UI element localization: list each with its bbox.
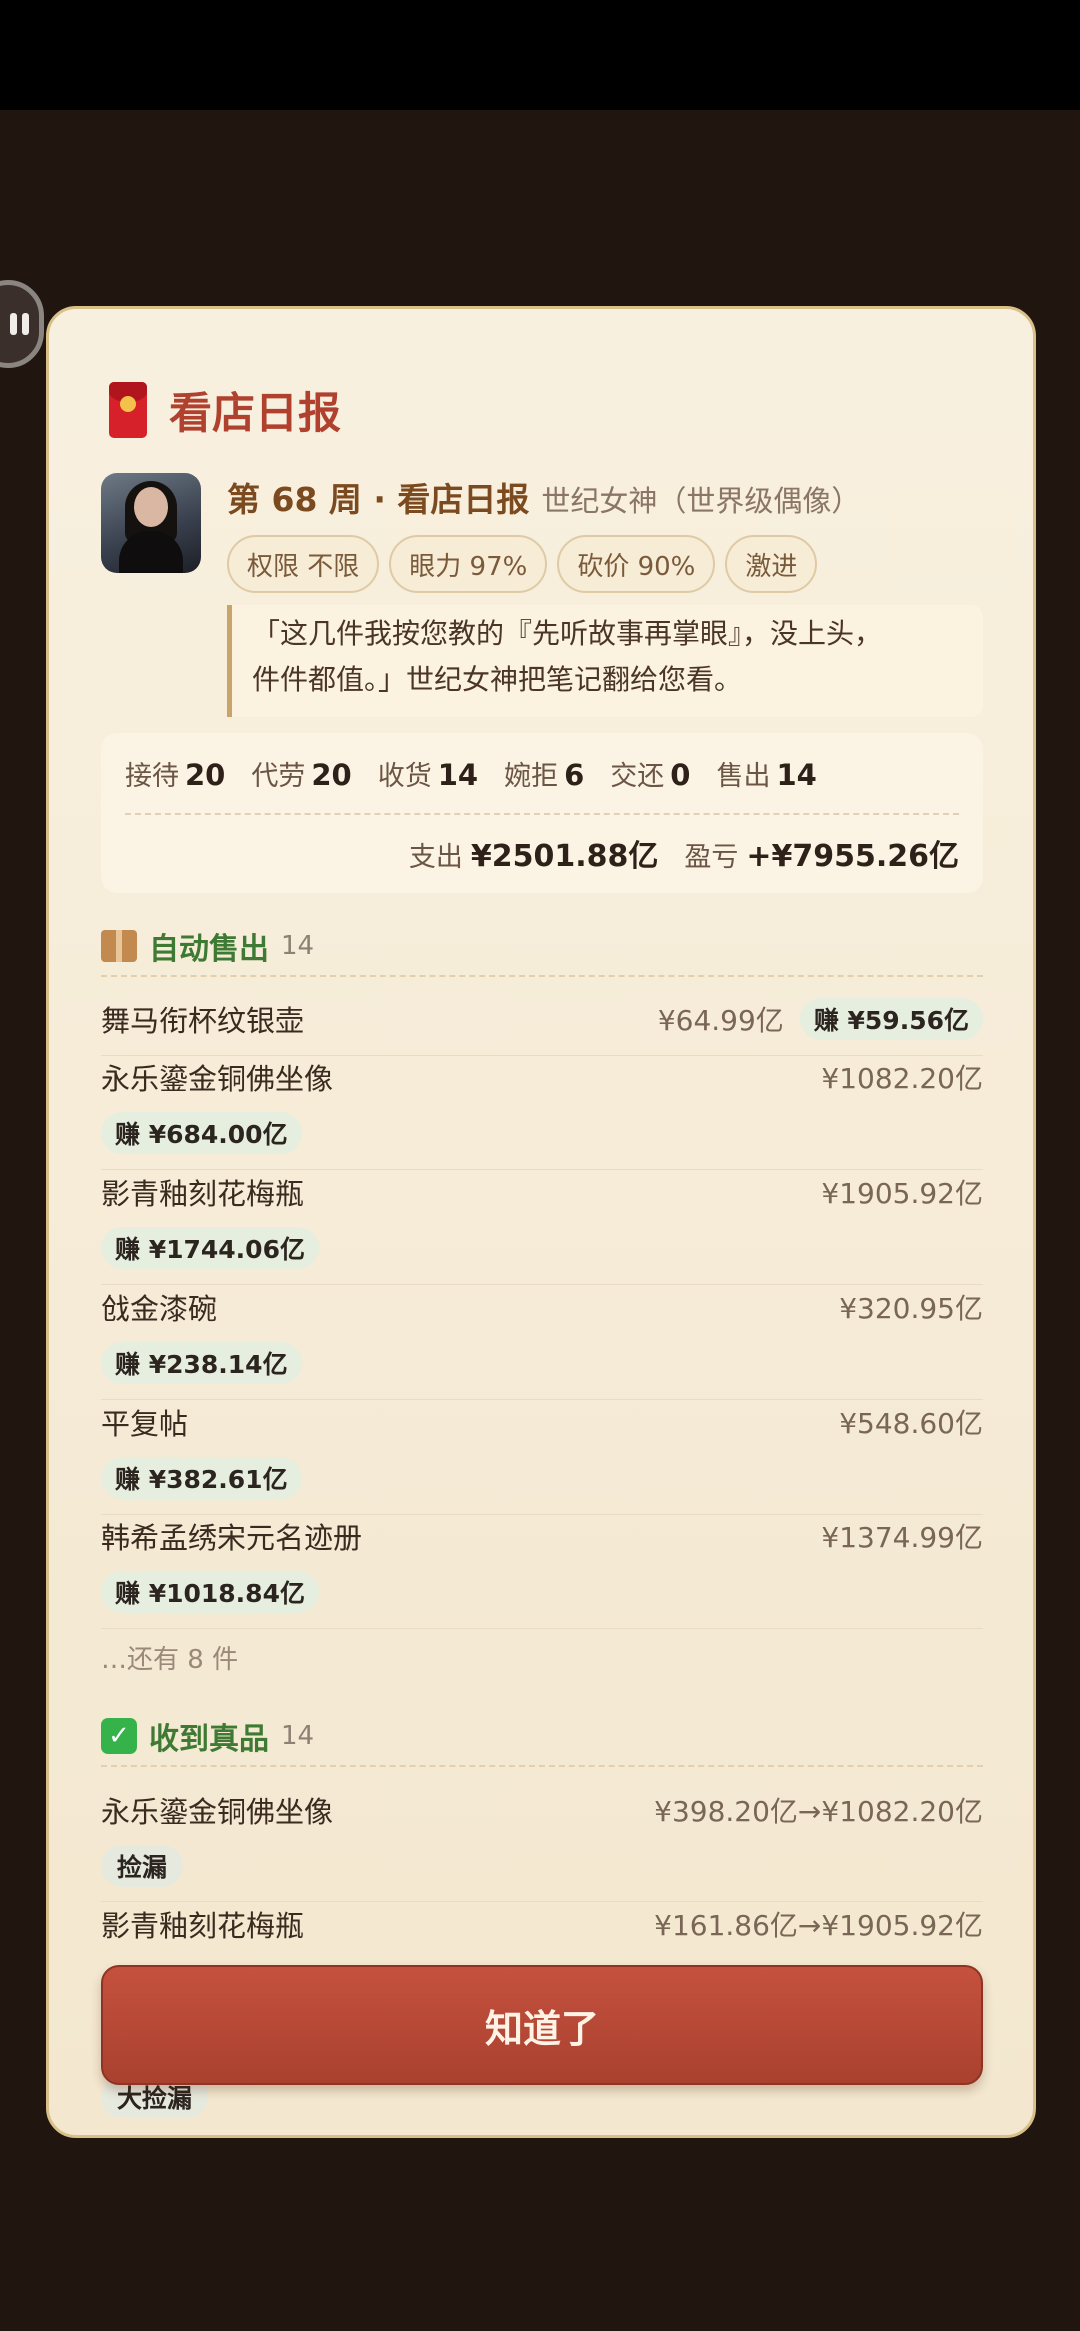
- chip-bargain: 砍价 90%: [557, 535, 716, 593]
- earn-badge: 赚 ¥684.00亿: [101, 1112, 302, 1154]
- list-item: 舞马衔杯纹银壶 ¥64.99亿 赚 ¥59.56亿: [101, 991, 983, 1047]
- chip-style: 激进: [725, 535, 818, 593]
- earn-badge: 赚 ¥382.61亿: [101, 1457, 302, 1499]
- red-packet-icon: [109, 382, 147, 438]
- dialog-title: 看店日报: [109, 375, 341, 445]
- attribute-chips: 权限 不限 眼力 97% 砍价 90% 激进: [227, 535, 818, 593]
- acknowledge-button[interactable]: 知道了: [101, 1965, 983, 2085]
- daily-report-dialog: 看店日报 第 68 周 · 看店日报 世纪女神（世界级偶像） 权限 不限 眼力 …: [46, 306, 1036, 2138]
- list-item: 影青釉刻花梅瓶 ¥161.86亿→¥1905.92亿: [101, 1909, 983, 1943]
- list-item: 影青釉刻花梅瓶 ¥1905.92亿: [101, 1177, 983, 1211]
- section-count: 14: [281, 1721, 315, 1751]
- stats-panel: 接待 20 代劳 20 收货 14 婉拒 6 交还 0 售出 14 支出 ¥2501.88亿 …: [101, 733, 983, 893]
- stat-received: 收货 14: [377, 757, 479, 792]
- package-icon: [101, 930, 137, 962]
- list-item: 平复帖 ¥548.60亿: [101, 1407, 983, 1441]
- quote-block: 「这几件我按您教的『先听故事再掌眼』，没上头， 件件都值。」世纪女神把笔记翻给您…: [227, 605, 983, 717]
- earn-badge: 赚 ¥1744.06亿: [101, 1227, 319, 1269]
- pause-icon: [10, 313, 29, 335]
- avatar: [101, 473, 201, 573]
- list-item: 韩希孟绣宋元名迹册 ¥1374.99亿: [101, 1521, 983, 1555]
- section-count: 14: [281, 931, 315, 961]
- section-title: 自动售出: [149, 932, 269, 967]
- week-title: 第 68 周 · 看店日报: [227, 480, 530, 519]
- chip-permission: 权限 不限: [227, 535, 380, 593]
- earn-badge: 赚 ¥59.56亿: [799, 998, 983, 1040]
- more-items-link[interactable]: …还有 8 件: [101, 1639, 238, 1676]
- list-item: 永乐鎏金铜佛坐像 ¥398.20亿→¥1082.20亿: [101, 1795, 983, 1829]
- section-title: 收到真品: [149, 1722, 269, 1757]
- stat-declined: 婉拒 6: [504, 757, 585, 792]
- earn-badge: 赚 ¥238.14亿: [101, 1342, 302, 1384]
- list-item: 永乐鎏金铜佛坐像 ¥1082.20亿: [101, 1062, 983, 1096]
- stat-proxy: 代劳 20: [251, 757, 352, 792]
- profit: 盈亏 +¥7955.26亿: [684, 839, 959, 874]
- deal-tag: 捡漏: [101, 1845, 184, 1887]
- expense: 支出 ¥2501.88亿: [408, 839, 659, 874]
- check-icon: ✓: [101, 1718, 137, 1754]
- stat-returned: 交还 0: [610, 757, 691, 792]
- character-subtitle: 世纪女神（世界级偶像）: [541, 484, 861, 518]
- stat-reception: 接待 20: [125, 757, 226, 792]
- stat-sold: 售出 14: [716, 757, 817, 792]
- list-item: 戗金漆碗 ¥320.95亿: [101, 1292, 983, 1326]
- week-header: 第 68 周 · 看店日报 世纪女神（世界级偶像）: [227, 473, 860, 525]
- quote-line: 「这几件我按您教的『先听故事再掌眼』，没上头，: [252, 617, 883, 650]
- status-bar: [0, 0, 1080, 110]
- earn-badge: 赚 ¥1018.84亿: [101, 1571, 319, 1613]
- section-genuine: ✓ 收到真品 14: [101, 1707, 983, 1767]
- section-auto-sold: 自动售出 14: [101, 917, 983, 977]
- chip-eyesight: 眼力 97%: [389, 535, 548, 593]
- quote-line: 件件都值。」世纪女神把笔记翻给您看。: [252, 663, 743, 696]
